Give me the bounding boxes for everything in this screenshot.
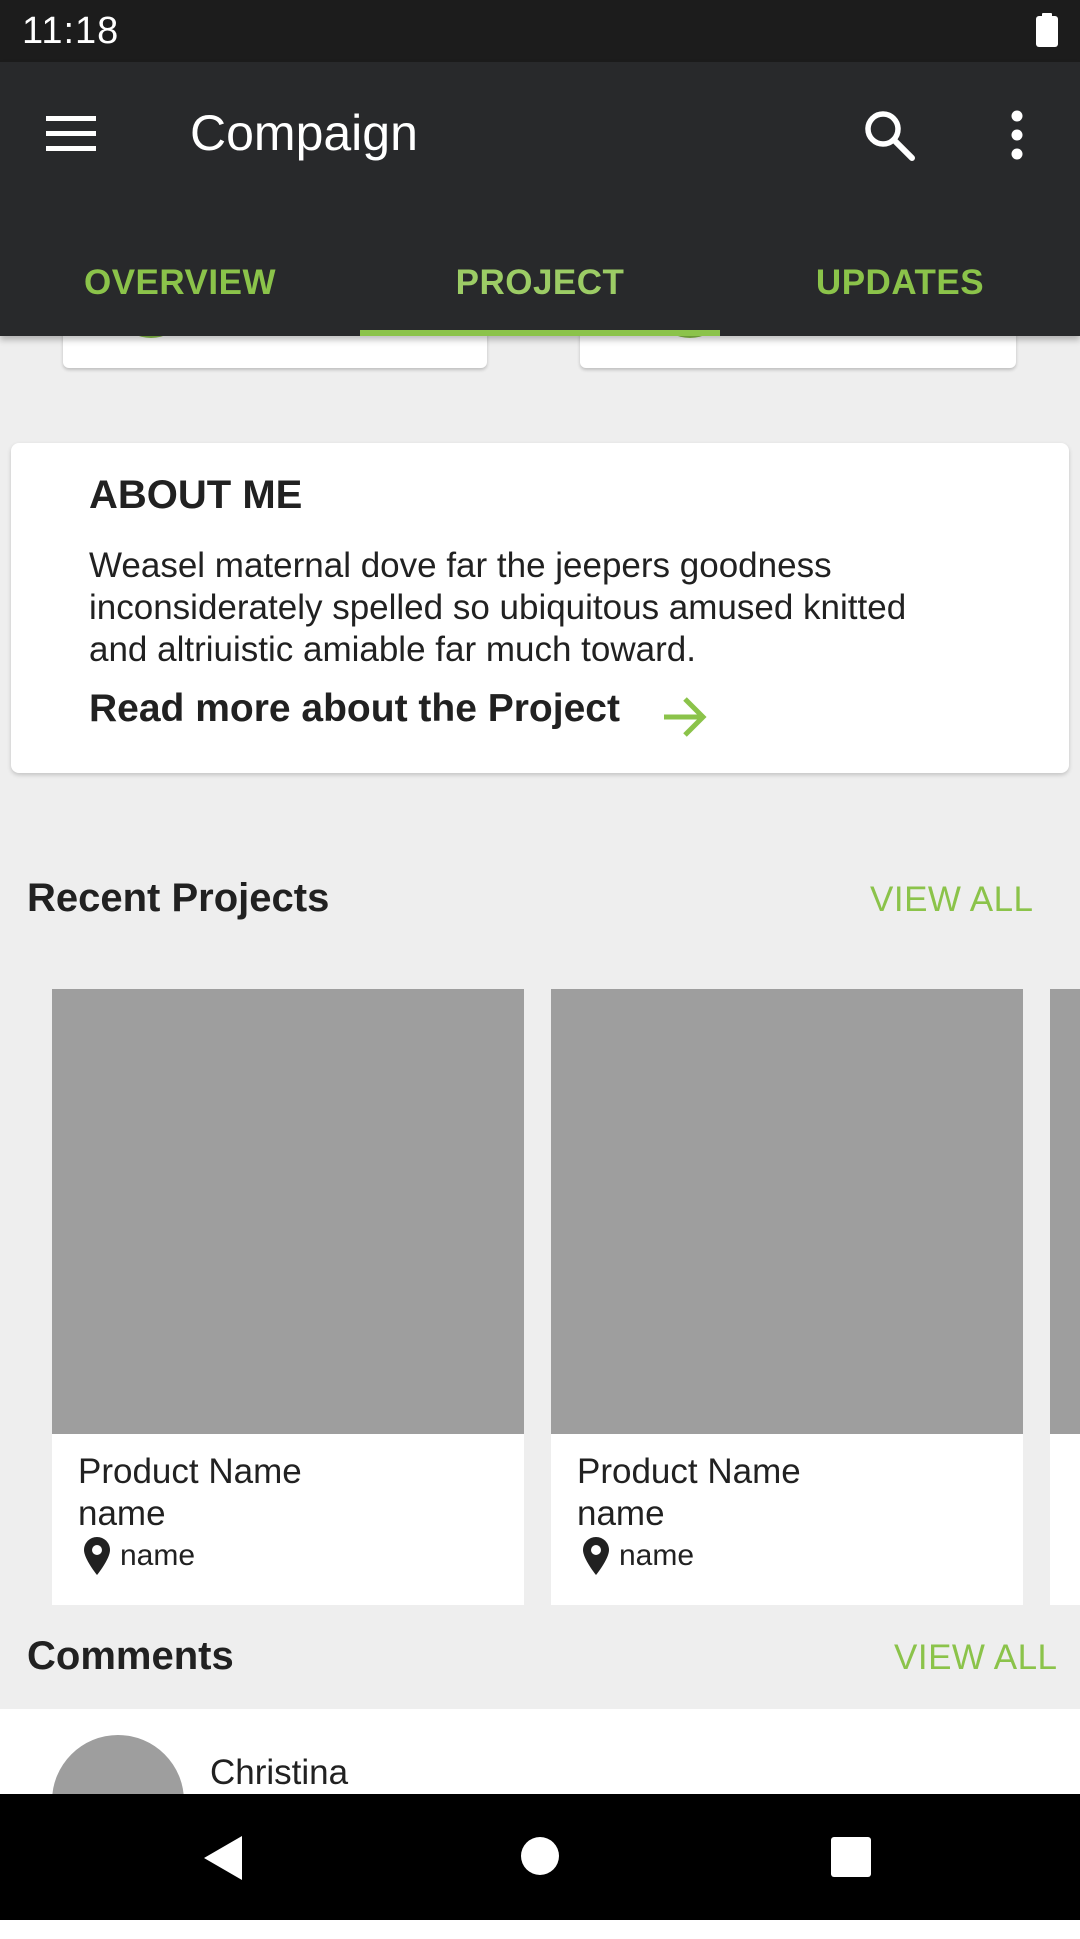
app-title: Compaign	[190, 105, 418, 161]
location-pin-icon	[583, 1537, 609, 1575]
tab-project[interactable]: PROJECT	[360, 238, 720, 336]
project-image	[1050, 989, 1080, 1434]
tab-updates[interactable]: UPDATES	[720, 238, 1080, 336]
back-icon[interactable]	[202, 1834, 246, 1882]
status-bar: 11:18	[0, 0, 1080, 62]
system-nav-bar	[0, 1794, 1080, 1920]
status-time: 11:18	[22, 10, 120, 52]
project-name-line1: Product Name	[577, 1452, 801, 1491]
recent-projects-view-all[interactable]: VIEW ALL	[870, 880, 1034, 920]
project-location-text: name	[619, 1539, 695, 1572]
battery-icon	[1036, 13, 1058, 47]
tab-bar: OVERVIEW PROJECT UPDATES	[0, 238, 1080, 336]
search-icon[interactable]	[862, 108, 916, 162]
project-image	[52, 989, 524, 1434]
more-vert-icon[interactable]	[1000, 108, 1034, 162]
tab-overview[interactable]: OVERVIEW	[0, 238, 360, 336]
tab-indicator	[360, 330, 720, 336]
app-bar: Compaign OVERVIEW PROJECT UPDATES	[0, 62, 1080, 336]
comment-author: Christina	[210, 1753, 349, 1792]
comments-title: Comments	[27, 1634, 234, 1678]
recent-projects-title: Recent Projects	[27, 876, 330, 920]
location-pin-icon	[84, 1537, 110, 1575]
project-card[interactable]	[1050, 989, 1080, 1605]
project-name-line2: name	[78, 1494, 166, 1533]
home-icon[interactable]	[520, 1836, 560, 1876]
about-title: ABOUT ME	[89, 473, 303, 517]
project-name-line2: name	[577, 1494, 665, 1533]
read-more-link[interactable]: Read more about the Project	[89, 687, 620, 731]
about-text: Weasel maternal dove far the jeepers goo…	[89, 546, 907, 669]
project-name: Product Name name	[78, 1451, 302, 1535]
arrow-right-icon[interactable]	[661, 695, 709, 739]
project-name-line1: Product Name	[78, 1452, 302, 1491]
project-card[interactable]: Product Name name name	[551, 989, 1023, 1605]
project-location-text: name	[120, 1539, 196, 1572]
project-image	[551, 989, 1023, 1434]
project-card[interactable]: Product Name name name	[52, 989, 524, 1605]
menu-icon[interactable]	[46, 114, 100, 154]
about-card: ABOUT ME Weasel maternal dove far the je…	[11, 443, 1069, 773]
recents-icon[interactable]	[830, 1836, 872, 1878]
comments-view-all[interactable]: VIEW ALL	[894, 1638, 1058, 1678]
project-name: Product Name name	[577, 1451, 801, 1535]
